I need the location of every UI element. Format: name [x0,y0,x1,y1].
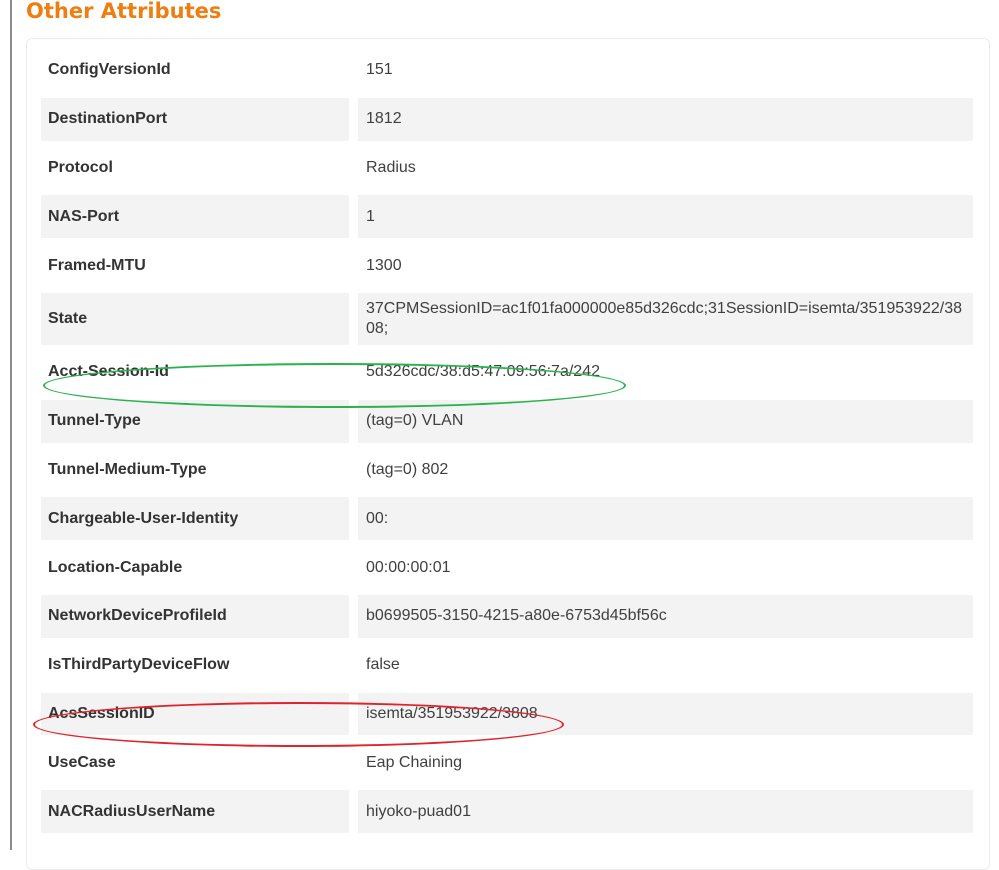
left-border [10,0,12,850]
table-row: UseCase Eap Chaining [41,738,973,787]
attribute-value: (tag=0) 802 [366,460,449,478]
attribute-name: IsThirdPartyDeviceFlow [48,656,230,674]
table-row: Protocol Radius [41,144,973,193]
attribute-name: NAS-Port [41,195,349,239]
attribute-value: 5d326cdc/38:d5:47:09:56:7a/242 [366,363,600,381]
table-row-highlighted: AcsSessionID isemta/351953922/3808 [41,690,973,739]
attribute-value: 151 [366,61,393,79]
attribute-name: Protocol [48,158,113,176]
attribute-name: Tunnel-Type [41,399,349,443]
attribute-name: NACRadiusUserName [41,790,349,833]
attribute-value: hiyoko-puad01 [358,790,973,833]
attribute-value: b0699505-3150-4215-a80e-6753d45bf56c [358,594,973,638]
attribute-name: AcsSessionID [41,692,349,736]
attribute-value: Radius [366,158,416,176]
table-row: Tunnel-Medium-Type (tag=0) 802 [41,446,973,495]
attribute-value: false [366,656,400,674]
table-row-highlighted: Acct-Session-Id 5d326cdc/38:d5:47:09:56:… [41,348,973,397]
attribute-name: Tunnel-Medium-Type [48,460,207,478]
table-row: Location-Capable 00:00:00:01 [41,543,973,592]
attribute-name: State [41,292,349,345]
attribute-value: (tag=0) VLAN [358,399,973,443]
attribute-value: 00: [358,497,973,541]
attribute-value: 1300 [366,256,402,274]
attribute-name: Acct-Session-Id [48,363,169,381]
table-row: NACRadiusUserName hiyoko-puad01 [41,787,973,836]
attribute-value: isemta/351953922/3808 [358,692,973,736]
table-row: ConfigVersionId 151 [41,46,973,95]
attribute-value: 1 [358,195,973,239]
attribute-name: NetworkDeviceProfileId [41,594,349,638]
attribute-name: UseCase [48,753,116,771]
table-row: Framed-MTU 1300 [41,241,973,290]
table-row: Chargeable-User-Identity 00: [41,494,973,543]
attribute-name: DestinationPort [41,97,349,141]
state-value-text: 37CPMSessionID=ac1f01fa000000e85d326cdc;… [366,299,962,337]
section-title: Other Attributes [26,0,222,23]
table-row: DestinationPort 1812 [41,95,973,144]
table-row: NAS-Port 1 [41,192,973,241]
attribute-name: Location-Capable [48,558,183,576]
table-row: IsThirdPartyDeviceFlow false [41,641,973,690]
table-row: State 37CPMSessionID=ac1f01fa000000e85d3… [41,290,973,348]
attribute-name: Chargeable-User-Identity [41,497,349,541]
attribute-value: 1812 [358,97,973,141]
attribute-value: Eap Chaining [366,753,463,771]
table-row: NetworkDeviceProfileId b0699505-3150-421… [41,592,973,641]
table-row: Tunnel-Type (tag=0) VLAN [41,397,973,446]
attributes-table: ConfigVersionId 151 DestinationPort 1812… [41,46,973,836]
attribute-name: ConfigVersionId [48,61,171,79]
attribute-value: 37CPMSessionID=ac1f01fa000000e85d326cdc;… [358,292,973,345]
attribute-name: Framed-MTU [48,256,146,274]
attribute-value: 00:00:00:01 [366,558,451,576]
